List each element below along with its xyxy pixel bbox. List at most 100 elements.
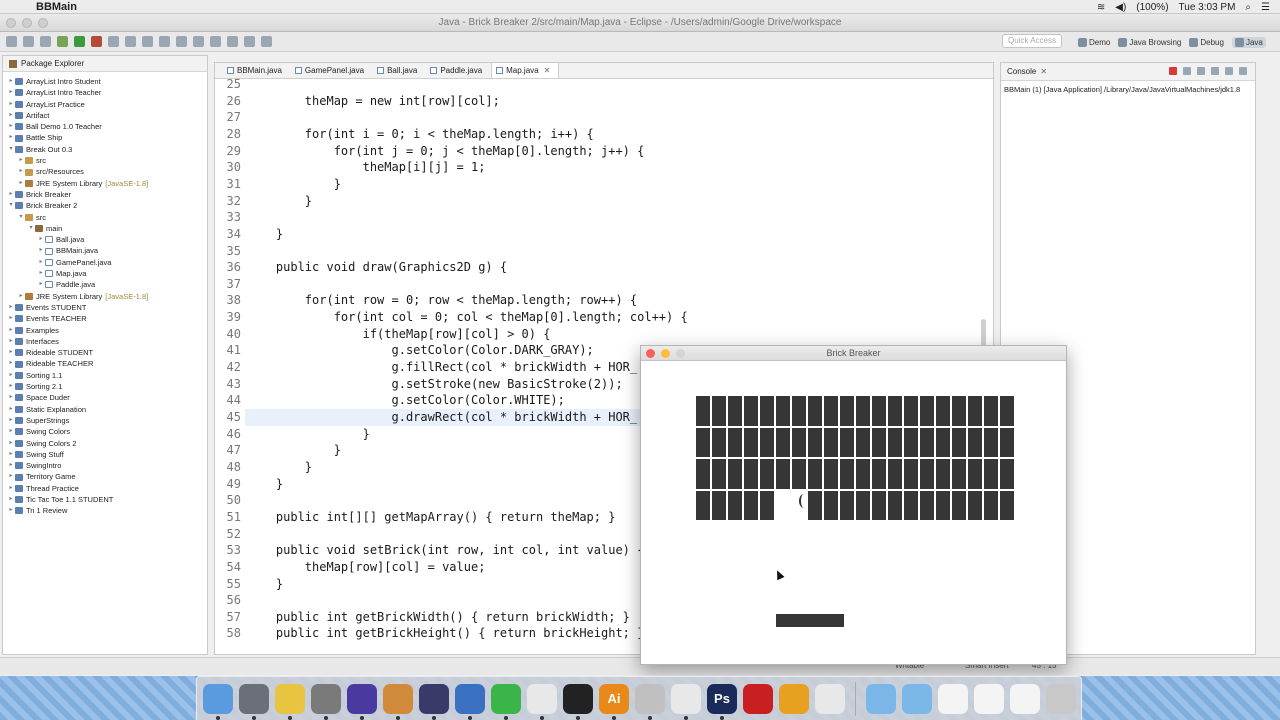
remove-launch-icon[interactable] [1183, 67, 1191, 75]
tree-item[interactable]: ▸ ArrayList Intro Student [3, 76, 207, 87]
chevron-right-icon[interactable]: ▸ [7, 438, 15, 449]
tree-item[interactable]: ▸ Sorting 1.1 [3, 370, 207, 381]
package-explorer-title[interactable]: Package Explorer [21, 56, 84, 72]
tree-item[interactable]: ▸ Territory Game [3, 471, 207, 482]
tree-item[interactable]: ▸ Sorting 2.1 [3, 381, 207, 392]
chevron-right-icon[interactable]: ▸ [7, 460, 15, 471]
quick-access-input[interactable]: Quick Access [1002, 34, 1062, 48]
tree-item[interactable]: ▸ Ball Demo 1.0 Teacher [3, 121, 207, 132]
chevron-right-icon[interactable]: ▸ [7, 302, 15, 313]
tree-item[interactable]: ▸ SuperStrings [3, 415, 207, 426]
clock[interactable]: Tue 3:03 PM [1179, 2, 1236, 13]
tree-item[interactable]: ▾ src [3, 212, 207, 223]
chevron-right-icon[interactable]: ▸ [7, 76, 15, 87]
chevron-right-icon[interactable]: ▸ [7, 87, 15, 98]
dock-trash-icon[interactable] [1046, 683, 1076, 714]
brick-breaker-window[interactable]: Brick Breaker [640, 345, 1067, 665]
tree-item[interactable]: ▸ Space Duder [3, 392, 207, 403]
dock-app-messages-icon[interactable] [491, 683, 521, 720]
dock-app-opera-icon[interactable] [779, 683, 809, 714]
terminate-icon[interactable] [1169, 67, 1177, 75]
chevron-down-icon[interactable]: ▾ [7, 144, 15, 155]
dock-folder-icon[interactable] [866, 683, 896, 714]
new-java-project-icon[interactable] [108, 36, 119, 47]
tree-item[interactable]: ▸ Ball.java [3, 234, 207, 245]
back-icon[interactable] [244, 36, 255, 47]
zoom-button[interactable] [38, 18, 48, 28]
tree-item[interactable]: ▸ Swing Colors 2 [3, 438, 207, 449]
editor-tab[interactable]: Ball.java [373, 63, 426, 78]
new-icon[interactable] [6, 36, 17, 47]
tree-item[interactable]: ▸ Tri 1 Review [3, 505, 207, 516]
print-icon[interactable] [40, 36, 51, 47]
open-type-icon[interactable] [159, 36, 170, 47]
previous-annotation-icon[interactable] [227, 36, 238, 47]
tree-item[interactable]: ▸ Swing Colors [3, 426, 207, 437]
tree-item[interactable]: ▸ ArrayList Practice [3, 99, 207, 110]
tree-item[interactable]: ▸ BBMain.java [3, 245, 207, 256]
pin-console-icon[interactable] [1225, 67, 1233, 75]
tree-item[interactable]: ▸ Rideable STUDENT [3, 347, 207, 358]
run-icon[interactable] [74, 36, 85, 47]
chevron-down-icon[interactable]: ▾ [17, 212, 25, 223]
chevron-right-icon[interactable]: ▸ [7, 189, 15, 200]
notification-center-icon[interactable]: ☰ [1261, 2, 1270, 13]
dock-app-acrobat-icon[interactable] [743, 683, 773, 714]
dock-app-illustrator-icon[interactable]: Ai [599, 683, 629, 720]
volume-icon[interactable]: ◀) [1115, 2, 1126, 13]
tree-item[interactable]: ▾ Brick Breaker 2 [3, 200, 207, 211]
chevron-right-icon[interactable]: ▸ [7, 370, 15, 381]
close-button[interactable] [6, 18, 16, 28]
dock-app-utilities-icon[interactable] [635, 683, 665, 720]
perspective-demo[interactable]: Demo [1078, 37, 1110, 47]
close-icon[interactable]: ✕ [1040, 63, 1047, 81]
chevron-right-icon[interactable]: ▸ [7, 313, 15, 324]
editor-tab[interactable]: Map.java ✕ [491, 63, 560, 78]
tree-item[interactable]: ▸ Brick Breaker [3, 189, 207, 200]
forward-icon[interactable] [261, 36, 272, 47]
tree-item[interactable]: ▸ Rideable TEACHER [3, 358, 207, 369]
chevron-right-icon[interactable]: ▸ [7, 449, 15, 460]
game-close-button[interactable] [646, 349, 655, 358]
tree-item[interactable]: ▸ Events STUDENT [3, 302, 207, 313]
dock-app-apps-icon[interactable] [527, 683, 557, 720]
new-package-icon[interactable] [125, 36, 136, 47]
tree-item[interactable]: ▸ Tic Tac Toe 1.1 STUDENT [3, 494, 207, 505]
tree-item[interactable]: ▸ ArrayList Intro Teacher [3, 87, 207, 98]
chevron-right-icon[interactable]: ▸ [7, 132, 15, 143]
tree-item[interactable]: ▸ GamePanel.java [3, 257, 207, 268]
chevron-right-icon[interactable]: ▸ [7, 505, 15, 516]
dock-folder-icon[interactable] [902, 683, 932, 714]
tree-item[interactable]: ▸ Examples [3, 325, 207, 336]
dock-app-eclipse-icon[interactable] [419, 683, 449, 720]
tree-item[interactable]: ▸ Static Explanation [3, 404, 207, 415]
game-minimize-button[interactable] [661, 349, 670, 358]
tree-item[interactable]: ▸ JRE System Library [JavaSE-1.8] [3, 291, 207, 302]
dock-app-launchpad-icon[interactable] [239, 683, 269, 720]
dock-app-imovie-icon[interactable] [347, 683, 377, 720]
dock-app-activity-monitor-icon[interactable] [563, 683, 593, 720]
editor-tab[interactable]: Paddle.java [426, 63, 491, 78]
search-icon[interactable] [176, 36, 187, 47]
editor-tab[interactable]: BBMain.java [223, 63, 291, 78]
chevron-right-icon[interactable]: ▸ [7, 426, 15, 437]
dock-app-quicktime-icon[interactable] [455, 683, 485, 720]
scroll-lock-icon[interactable] [1211, 67, 1219, 75]
chevron-right-icon[interactable]: ▸ [7, 110, 15, 121]
chevron-right-icon[interactable]: ▸ [7, 347, 15, 358]
tree-item[interactable]: ▸ Swing Stuff [3, 449, 207, 460]
chevron-right-icon[interactable]: ▸ [7, 358, 15, 369]
tree-item[interactable]: ▸ Interfaces [3, 336, 207, 347]
chevron-right-icon[interactable]: ▸ [7, 404, 15, 415]
chevron-right-icon[interactable]: ▸ [37, 234, 45, 245]
console-title[interactable]: Console [1007, 63, 1036, 81]
chevron-down-icon[interactable]: ▾ [27, 223, 35, 234]
dock-app-garageband-icon[interactable] [383, 683, 413, 720]
save-icon[interactable] [23, 36, 34, 47]
chevron-right-icon[interactable]: ▸ [7, 381, 15, 392]
dock-app-finder-icon[interactable] [203, 683, 233, 720]
tree-item[interactable]: ▸ Battle Ship [3, 132, 207, 143]
chevron-right-icon[interactable]: ▸ [7, 471, 15, 482]
spotlight-icon[interactable]: ⌕ [1245, 2, 1251, 13]
perspective-debug[interactable]: Debug [1189, 37, 1224, 47]
